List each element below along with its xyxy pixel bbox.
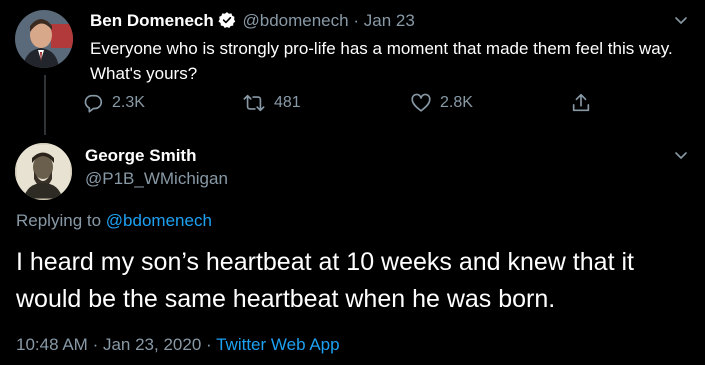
reply-button[interactable]: 2.3K (82, 92, 145, 114)
parent-tweet-date[interactable]: Jan 23 (364, 11, 415, 30)
chevron-down-icon[interactable] (673, 147, 689, 168)
tweet-meta: 10:48 AM · Jan 23, 2020 · Twitter Web Ap… (16, 335, 340, 355)
like-count: 2.8K (440, 94, 473, 111)
parent-tweet-text: Everyone who is strongly pro-life has a … (90, 39, 673, 83)
retweet-button[interactable]: 481 (242, 92, 301, 114)
tweet-date[interactable]: Jan 23, 2020 (103, 335, 201, 354)
share-button[interactable] (570, 92, 592, 114)
replying-to: Replying to @bdomenech (16, 211, 212, 231)
reply-count: 2.3K (112, 94, 145, 111)
verified-badge-icon (218, 11, 236, 35)
main-author-handle[interactable]: @P1B_WMichigan (85, 169, 228, 189)
thread-connector-line (44, 75, 46, 135)
parent-tweet-actions: 2.3K 481 2.8K (82, 92, 602, 116)
replying-to-link[interactable]: @bdomenech (106, 211, 212, 230)
main-author-name[interactable]: George Smith (85, 146, 196, 166)
heart-icon (410, 92, 432, 114)
share-icon (570, 92, 592, 114)
meta-separator-1: · (92, 335, 99, 354)
parent-author-handle[interactable]: @bdomenech (242, 11, 348, 30)
main-tweet-text: I heard my son’s heartbeat at 10 weeks a… (16, 248, 634, 313)
reply-icon (82, 92, 104, 114)
tweet-time[interactable]: 10:48 AM (16, 335, 88, 354)
header-separator: · (353, 11, 359, 30)
parent-author-name[interactable]: Ben Domenech (90, 11, 214, 30)
meta-separator-2: · (206, 335, 212, 354)
tweet-source-link[interactable]: Twitter Web App (216, 335, 339, 354)
avatar-george-smith[interactable] (15, 143, 72, 200)
like-button[interactable]: 2.8K (410, 92, 473, 114)
retweet-icon (242, 92, 266, 114)
chevron-down-icon[interactable] (673, 12, 689, 33)
retweet-count: 481 (274, 94, 301, 111)
avatar-ben-domenech[interactable] (15, 10, 73, 68)
parent-tweet-header: Ben Domenech @bdomenech · Jan 23 (90, 10, 415, 35)
replying-prefix: Replying to (16, 211, 102, 230)
